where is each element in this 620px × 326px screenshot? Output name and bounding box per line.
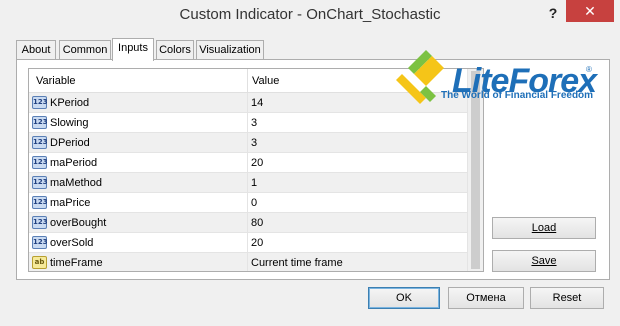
title-bar: Custom Indicator - OnChart_Stochastic ? …: [0, 0, 620, 30]
help-button[interactable]: ?: [540, 3, 566, 23]
variable-name: maPrice: [50, 197, 91, 209]
timeframe-select[interactable]: Current time frame: [251, 257, 343, 269]
logo-registered-mark: ®: [586, 65, 592, 74]
variable-value[interactable]: 20: [251, 157, 263, 169]
variable-value[interactable]: 3: [251, 117, 257, 129]
ok-button[interactable]: OK: [368, 287, 440, 309]
input-row-overbought[interactable]: 123 overBought 80: [29, 213, 469, 233]
save-button[interactable]: Save: [492, 250, 596, 272]
close-button[interactable]: ✕: [566, 0, 614, 22]
tab-inputs[interactable]: Inputs: [112, 38, 154, 61]
cancel-button[interactable]: Отмена: [448, 287, 524, 309]
column-header-value[interactable]: Value: [252, 75, 279, 87]
variable-value[interactable]: 1: [251, 177, 257, 189]
variable-name: timeFrame: [50, 257, 103, 269]
integer-type-icon: 123: [32, 176, 48, 189]
variable-value[interactable]: 80: [251, 217, 263, 229]
integer-type-icon: 123: [32, 136, 48, 149]
save-button-label: Save: [531, 255, 557, 267]
variable-name: DPeriod: [50, 137, 90, 149]
variable-name: KPeriod: [50, 97, 90, 109]
variable-name: maPeriod: [50, 157, 98, 169]
close-icon: ✕: [584, 3, 596, 19]
logo-tagline: The World of Financial Freedom: [441, 90, 594, 101]
variable-name: Slowing: [50, 117, 89, 129]
integer-type-icon: 123: [32, 216, 48, 229]
input-row-maperiod[interactable]: 123 maPeriod 20: [29, 153, 469, 173]
window-title: Custom Indicator - OnChart_Stochastic: [179, 6, 441, 23]
variable-name: overSold: [50, 237, 94, 249]
variable-value[interactable]: 0: [251, 197, 257, 209]
variable-name: overBought: [50, 217, 107, 229]
input-row-slowing[interactable]: 123 Slowing 3: [29, 113, 469, 133]
reset-button[interactable]: Reset: [530, 287, 604, 309]
tab-colors[interactable]: Colors: [156, 40, 194, 60]
integer-type-icon: 123: [32, 116, 48, 129]
integer-type-icon: 123: [32, 156, 48, 169]
integer-type-icon: 123: [32, 236, 48, 249]
input-row-maprice[interactable]: 123 maPrice 0: [29, 193, 469, 213]
load-button[interactable]: Load: [492, 217, 596, 239]
variable-value[interactable]: 20: [251, 237, 263, 249]
tab-visualization[interactable]: Visualization: [196, 40, 264, 60]
tab-common[interactable]: Common: [59, 40, 111, 60]
variable-value[interactable]: 3: [251, 137, 257, 149]
input-row-dperiod[interactable]: 123 DPeriod 3: [29, 133, 469, 153]
input-row-mamethod[interactable]: 123 maMethod 1: [29, 173, 469, 193]
column-divider[interactable]: [247, 69, 248, 93]
tab-about[interactable]: About: [16, 40, 56, 60]
integer-type-icon: 123: [32, 96, 48, 109]
load-button-label: Load: [531, 222, 557, 234]
input-row-timeframe[interactable]: ab timeFrame Current time frame ⌄: [29, 253, 475, 271]
input-row-oversold[interactable]: 123 overSold 20: [29, 233, 469, 253]
variable-name: maMethod: [50, 177, 102, 189]
integer-type-icon: 123: [32, 196, 48, 209]
variable-value[interactable]: 14: [251, 97, 263, 109]
string-type-icon: ab: [32, 256, 47, 269]
column-header-variable[interactable]: Variable: [36, 75, 76, 87]
